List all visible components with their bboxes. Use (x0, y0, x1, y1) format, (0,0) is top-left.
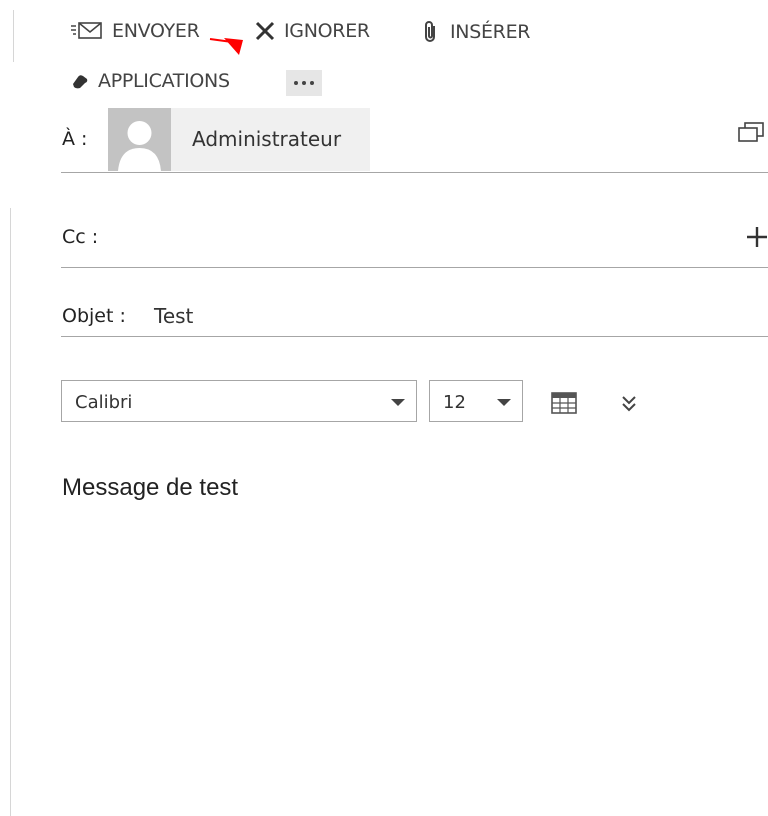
insert-button[interactable]: INSÉRER (420, 20, 531, 44)
add-recipient-icon[interactable] (746, 226, 768, 252)
insert-label: INSÉRER (450, 21, 531, 43)
compose-pane-left-border (10, 208, 11, 816)
font-family-value: Calibri (75, 392, 133, 413)
font-family-select[interactable]: Calibri (61, 380, 417, 422)
more-dot-icon (294, 81, 298, 85)
to-divider (61, 172, 768, 173)
annotation-arrow-icon (209, 38, 243, 55)
apps-label: APPLICATIONS (98, 70, 230, 92)
subject-label: Objet : (62, 305, 126, 327)
apps-button[interactable]: APPLICATIONS (70, 70, 230, 92)
table-icon[interactable] (551, 392, 577, 418)
to-label: À : (62, 128, 88, 150)
cc-divider (61, 267, 768, 268)
discard-label: IGNORER (284, 20, 370, 42)
close-icon (254, 20, 276, 42)
message-body[interactable]: Message de test (62, 474, 238, 502)
avatar (108, 108, 171, 171)
cc-label: Cc : (62, 226, 99, 248)
more-options-button[interactable] (286, 70, 322, 96)
send-icon (70, 20, 104, 42)
popout-icon[interactable] (738, 122, 766, 148)
double-chevron-down-icon[interactable] (620, 394, 638, 418)
paperclip-icon (420, 20, 442, 44)
apps-icon (70, 71, 90, 91)
recipient-name: Administrateur (192, 127, 342, 151)
left-edge-divider (13, 10, 14, 62)
font-size-select[interactable]: 12 (429, 380, 523, 422)
more-dot-icon (302, 81, 306, 85)
send-button[interactable]: ENVOYER (70, 20, 200, 42)
send-label: ENVOYER (112, 20, 200, 42)
more-dot-icon (310, 81, 314, 85)
subject-divider (61, 336, 768, 337)
chevron-down-icon (391, 399, 405, 406)
font-size-value: 12 (443, 392, 466, 413)
discard-button[interactable]: IGNORER (254, 20, 370, 42)
recipient-chip[interactable]: Administrateur (108, 108, 370, 171)
subject-input[interactable]: Test (154, 304, 193, 328)
chevron-down-icon (497, 399, 511, 406)
